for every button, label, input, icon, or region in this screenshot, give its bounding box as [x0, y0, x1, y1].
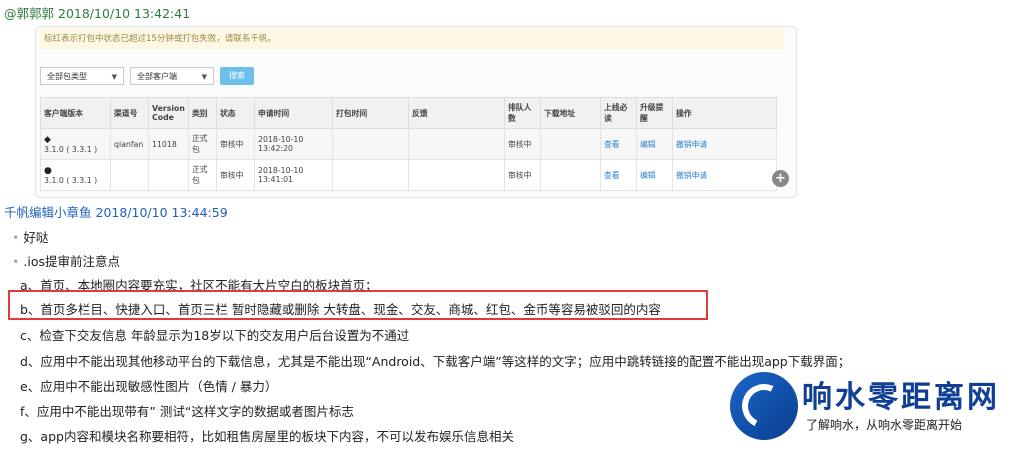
column-header: 操作	[672, 97, 777, 129]
message-header-1: @郭郭郭 2018/10/10 13:42:41	[4, 3, 190, 22]
column-header: 类别	[188, 97, 217, 129]
code-cell: 11018	[148, 128, 189, 160]
package-type-select[interactable]: 全部包类型 ▼	[40, 67, 124, 85]
checklist-item-e: e、应用中不能出现敏感性图片（色情 / 暴力）	[20, 379, 278, 394]
channel-cell: qianfan	[110, 128, 149, 160]
message-time: 2018/10/10 13:44:59	[95, 205, 228, 220]
code-cell	[148, 159, 189, 191]
filter-bar: 全部包类型 ▼ 全部客户端 ▼ 搜索	[40, 67, 254, 85]
column-header: Version Code	[148, 97, 189, 129]
bullet-text: .ios提审前注意点	[23, 254, 120, 269]
checklist-item-c: c、检查下交友信息 年龄显示为18岁以下的交友用户后台设置为不通过	[20, 328, 410, 343]
bullet-item: • 好哒	[12, 227, 48, 246]
category-cell: 正式包	[188, 159, 217, 191]
chevron-down-icon: ▼	[111, 73, 117, 81]
column-header: 下载地址	[540, 97, 601, 129]
must-read-link[interactable]: 查看	[600, 159, 637, 191]
download-cell	[540, 128, 601, 160]
watermark-logo: 响水零距离网 了解响水，从响水零距离开始	[724, 368, 1015, 449]
table-row: ◆ 3.1.0 ( 3.3.1 ) qianfan 11018 正式包 审核中 2…	[40, 128, 777, 160]
version-cell: ● 3.1.0 ( 3.3.1 )	[40, 159, 111, 191]
watermark-title: 响水零距离网	[802, 380, 1000, 415]
column-header: 升级提醒	[636, 97, 673, 129]
table-row: ● 3.1.0 ( 3.3.1 ) 正式包 审核中 2018-10-10 13:4…	[40, 159, 777, 191]
pack-time-cell	[332, 128, 409, 160]
apply-time-cell: 2018-10-10 13:42:20	[254, 128, 333, 160]
client-select[interactable]: 全部客户端 ▼	[130, 67, 214, 85]
column-header: 上线必读	[600, 97, 637, 129]
author-name[interactable]: 千帆编辑小章鱼	[4, 205, 92, 220]
column-header: 渠道号	[110, 97, 149, 129]
column-header: 状态	[216, 97, 255, 129]
search-button[interactable]: 搜索	[220, 67, 254, 85]
queue-cell: 审核中	[504, 128, 541, 160]
category-cell: 正式包	[188, 128, 217, 160]
version-text: 3.1.0 ( 3.3.1 )	[44, 175, 98, 185]
checklist-item-b: b、首页多栏目、快捷入口、首页三栏 暂时隐藏或删除 大转盘、现金、交友、商城、红…	[20, 302, 661, 317]
logo-emblem-icon	[730, 372, 798, 440]
version-cell: ◆ 3.1.0 ( 3.3.1 )	[40, 128, 111, 160]
column-header: 反馈	[408, 97, 505, 129]
apple-icon: ●	[44, 165, 52, 176]
watermark-subtitle: 了解响水，从响水零距离开始	[806, 418, 963, 432]
client-value: 全部客户端	[137, 72, 177, 81]
apply-time-cell: 2018-10-10 13:41:01	[254, 159, 333, 191]
zoom-in-icon[interactable]: +	[772, 170, 789, 187]
revoke-link[interactable]: 撤销申请	[672, 128, 777, 160]
feedback-cell	[408, 159, 505, 191]
status-cell: 审核中	[216, 159, 255, 191]
package-type-value: 全部包类型	[47, 72, 87, 81]
package-table: 客户端版本 渠道号 Version Code 类别 状态 申请时间 打包时间 反…	[40, 97, 777, 191]
author-name[interactable]: @郭郭郭	[4, 6, 54, 21]
message-header-2: 千帆编辑小章鱼 2018/10/10 13:44:59	[4, 202, 228, 221]
checklist-item-f: f、应用中不能出现带有” 测试“这样文字的数据或者图片标志	[20, 404, 354, 419]
checklist-item-g: g、app内容和模块名称要相符，比如租售房屋里的板块下内容，不可以发布娱乐信息相…	[20, 429, 514, 444]
download-cell	[540, 159, 601, 191]
column-header: 打包时间	[332, 97, 409, 129]
column-header: 申请时间	[254, 97, 333, 129]
notice-bar: 标红表示打包中状态已超过15分钟或打包失败，请联系千帆。	[40, 29, 785, 49]
column-header: 排队人数	[504, 97, 541, 129]
feedback-cell	[408, 128, 505, 160]
pack-time-cell	[332, 159, 409, 191]
bullet-text: 好哒	[23, 230, 49, 245]
message-time: 2018/10/10 13:42:41	[58, 6, 191, 21]
status-cell: 审核中	[216, 128, 255, 160]
revoke-link[interactable]: 撤销申请	[672, 159, 777, 191]
screenshot-panel: 标红表示打包中状态已超过15分钟或打包失败，请联系千帆。 全部包类型 ▼ 全部客…	[35, 26, 797, 198]
version-text: 3.1.0 ( 3.3.1 )	[44, 144, 98, 154]
upgrade-link[interactable]: 编辑	[636, 159, 673, 191]
bullet-dot-icon: •	[12, 254, 20, 269]
column-header: 客户端版本	[40, 97, 111, 129]
queue-cell: 审核中	[504, 159, 541, 191]
must-read-link[interactable]: 查看	[600, 128, 637, 160]
chevron-down-icon: ▼	[201, 73, 207, 81]
bullet-item: • .ios提审前注意点	[12, 251, 120, 270]
channel-cell	[110, 159, 149, 191]
bullet-dot-icon: •	[12, 230, 20, 245]
table-header-row: 客户端版本 渠道号 Version Code 类别 状态 申请时间 打包时间 反…	[40, 97, 777, 129]
android-icon: ◆	[44, 134, 51, 145]
upgrade-link[interactable]: 编辑	[636, 128, 673, 160]
